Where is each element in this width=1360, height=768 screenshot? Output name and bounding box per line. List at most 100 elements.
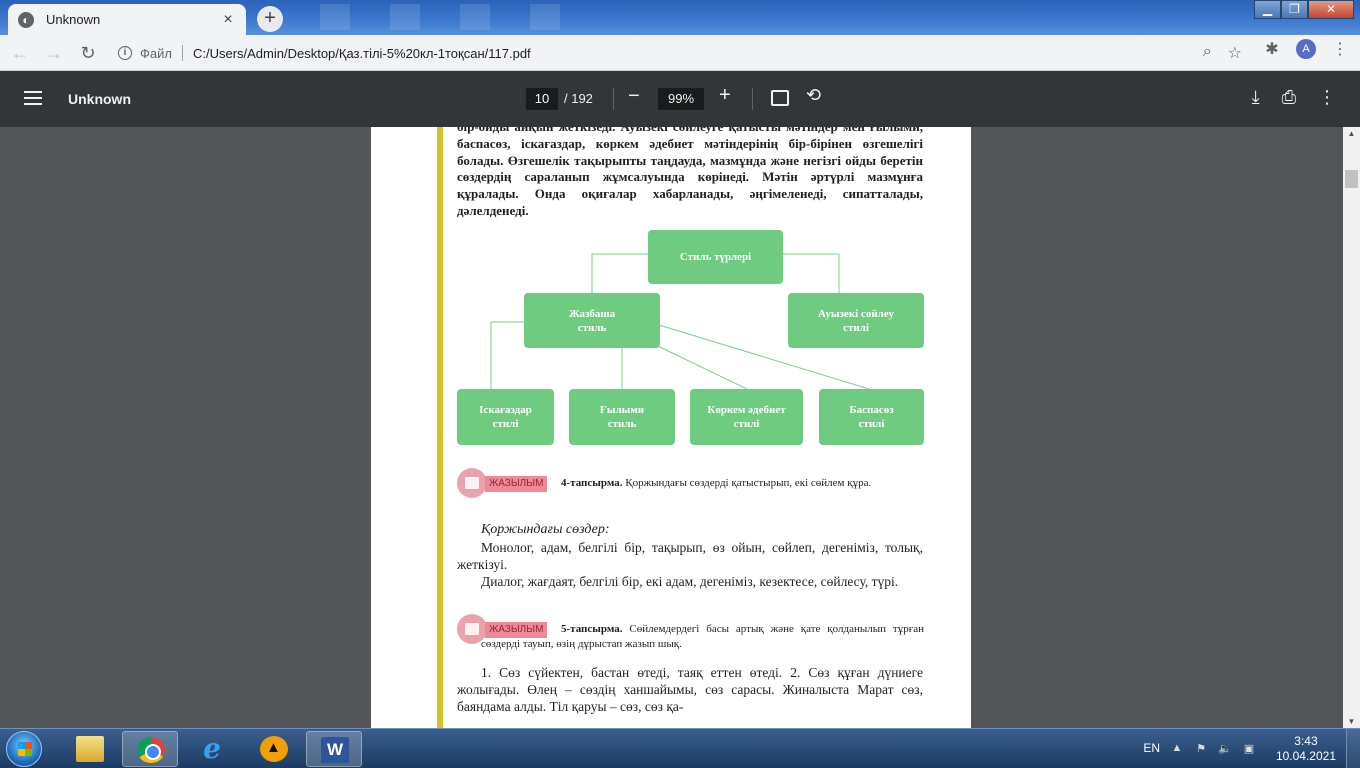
taskbar-internet-explorer[interactable]: e bbox=[184, 731, 240, 767]
address-bar[interactable]: i Файл C:/Users/Admin/Desktop/Қаз.тілі-5… bbox=[108, 39, 1258, 67]
diagram-label: стилі bbox=[843, 321, 869, 334]
taskbar-chrome[interactable] bbox=[122, 731, 178, 767]
zoom-input[interactable]: 99% bbox=[658, 88, 704, 110]
taskbar: e W EN ▲ ⚑ 🔈 ▣ 3:43 10.04.2021 bbox=[0, 728, 1360, 768]
maximize-button[interactable]: ❐ bbox=[1281, 0, 1308, 19]
forward-button[interactable]: → bbox=[40, 39, 68, 67]
system-tray: EN ▲ ⚑ 🔈 ▣ 3:43 10.04.2021 bbox=[1130, 729, 1360, 768]
diagram-written-style-box: Жазбаша стиль bbox=[524, 293, 660, 348]
divider bbox=[752, 88, 753, 110]
task-5-text: 5-тапсырма. Сөйлемдердегі басы артық жән… bbox=[481, 622, 924, 651]
taskbar-avast[interactable] bbox=[246, 731, 302, 767]
diagram-label: стиль bbox=[607, 418, 637, 430]
word-icon: W bbox=[321, 737, 349, 763]
background-decoration bbox=[320, 4, 350, 30]
volume-icon[interactable]: 🔈 bbox=[1218, 742, 1232, 755]
scheme-label: Файл bbox=[140, 45, 172, 61]
show-desktop-button[interactable] bbox=[1346, 729, 1360, 768]
network-icon[interactable]: ▣ bbox=[1242, 742, 1256, 755]
divider bbox=[613, 88, 614, 110]
korzhyn-line-1: Монолог, адам, белгілі бір, тақырып, өз … bbox=[457, 540, 923, 572]
browser-toolbar: ← → ↻ i Файл C:/Users/Admin/Desktop/Қаз.… bbox=[0, 35, 1360, 71]
taskbar-word[interactable]: W bbox=[306, 731, 362, 767]
url-text[interactable]: C:/Users/Admin/Desktop/Қаз.тілі-5%20кл-1… bbox=[193, 46, 531, 61]
writing-badge-label: ЖАЗЫЛЫМ bbox=[485, 476, 548, 492]
background-decoration bbox=[460, 4, 490, 30]
vertical-scrollbar[interactable]: ▲ ▼ bbox=[1343, 127, 1360, 728]
bookmark-star-icon[interactable]: ☆ bbox=[1228, 43, 1242, 63]
final-paragraph: 1. Сөз сүйектен, бастан өтеді, таяқ етте… bbox=[457, 665, 923, 714]
task-instructions: Қоржындағы сөздерді қатыстырып, екі сөйл… bbox=[625, 477, 872, 489]
start-button[interactable] bbox=[6, 731, 42, 767]
window-controls: ▁ ❐ ✕ bbox=[1254, 0, 1354, 19]
task-4-text: 4-тапсырма. Қоржындағы сөздерді қатыстыр… bbox=[481, 476, 924, 491]
zoom-icon[interactable]: ⌕ bbox=[1203, 43, 1212, 63]
diagram-root-box: Стиль түрлері bbox=[648, 230, 783, 284]
new-tab-button[interactable]: + bbox=[257, 6, 283, 32]
more-menu-icon[interactable]: ⋮ bbox=[1330, 39, 1350, 59]
diagram-spoken-style-box: Ауызекі сөйлеу стилі bbox=[788, 293, 924, 348]
more-options-icon[interactable]: ⋮ bbox=[1318, 87, 1336, 108]
chrome-icon bbox=[137, 737, 165, 763]
task-instructions: Сөйлемдердегі басы артық және қате қолда… bbox=[481, 623, 925, 650]
diagram-root-label: Стиль түрлері bbox=[679, 251, 752, 263]
document-title: Unknown bbox=[68, 91, 131, 107]
zoom-in-button[interactable]: + bbox=[719, 84, 731, 107]
diagram-leaf-box: Көркем әдебиет стилі bbox=[690, 389, 803, 445]
scroll-down-icon[interactable]: ▼ bbox=[1343, 717, 1360, 726]
tab-strip: ◐ Unknown × + ▁ ❐ ✕ bbox=[0, 0, 1360, 35]
diagram-label: стилі bbox=[492, 418, 519, 430]
diagram-label: Баспасөз bbox=[849, 404, 894, 416]
info-icon[interactable]: i bbox=[118, 46, 132, 60]
diagram-label: Ғылыми bbox=[599, 404, 645, 416]
avatar[interactable]: A bbox=[1296, 39, 1316, 59]
browser-tab[interactable]: ◐ Unknown × bbox=[8, 4, 246, 35]
close-icon[interactable]: × bbox=[220, 11, 236, 29]
diagram-label: Жазбаша bbox=[568, 307, 616, 320]
globe-icon: ◐ bbox=[18, 11, 34, 28]
clock-time: 3:43 bbox=[1294, 734, 1318, 748]
pdf-toolbar: Unknown 10 / 192 − 99% + ⟲ ⤓ ⎙ ⋮ bbox=[0, 71, 1360, 127]
task-number: 4-тапсырма. bbox=[561, 477, 623, 489]
taskbar-explorer[interactable] bbox=[62, 731, 118, 767]
print-icon[interactable]: ⎙ bbox=[1282, 87, 1296, 108]
diagram-label: стилі bbox=[858, 418, 885, 430]
diagram-label: стилі bbox=[733, 418, 760, 430]
scroll-thumb[interactable] bbox=[1345, 170, 1358, 188]
language-indicator[interactable]: EN bbox=[1143, 741, 1160, 755]
diagram-leaf-box: Баспасөз стилі bbox=[819, 389, 924, 445]
download-icon[interactable]: ⤓ bbox=[1252, 87, 1260, 108]
diagram-label: стиль bbox=[577, 321, 607, 334]
scroll-up-icon[interactable]: ▲ bbox=[1343, 129, 1360, 138]
show-hidden-icons-icon[interactable]: ▲ bbox=[1170, 742, 1184, 755]
zoom-out-button[interactable]: − bbox=[628, 85, 640, 108]
reload-button[interactable]: ↻ bbox=[74, 39, 102, 67]
page-total: / 192 bbox=[564, 91, 593, 106]
back-button[interactable]: ← bbox=[6, 39, 34, 67]
internet-explorer-icon: e bbox=[203, 732, 221, 765]
background-decoration bbox=[390, 4, 420, 30]
close-window-button[interactable]: ✕ bbox=[1308, 0, 1354, 19]
clock[interactable]: 3:43 10.04.2021 bbox=[1276, 734, 1336, 764]
task-number: 5-тапсырма. bbox=[561, 623, 623, 635]
writing-badge-icon bbox=[457, 614, 487, 644]
flag-icon[interactable]: ⚑ bbox=[1194, 742, 1208, 755]
diagram-label: Ауызекі сөйлеу bbox=[818, 307, 894, 320]
tab-title: Unknown bbox=[46, 12, 101, 27]
diagram-label: Көркем әдебиет bbox=[707, 404, 786, 416]
divider bbox=[181, 45, 183, 61]
writing-badge-icon bbox=[457, 468, 487, 498]
pdf-viewport[interactable]: бір-ойды айқын жеткізеді. Ауызекі сөйлеу… bbox=[0, 127, 1343, 728]
korzhyn-heading: Қоржындағы сөздер: bbox=[481, 522, 610, 537]
menu-icon[interactable] bbox=[24, 91, 42, 109]
minimize-button[interactable]: ▁ bbox=[1254, 0, 1281, 19]
fit-page-icon[interactable] bbox=[771, 90, 789, 106]
diagram-leaf-box: Іскағаздар стилі bbox=[457, 389, 554, 445]
extensions-icon[interactable]: ✱ bbox=[1262, 39, 1282, 59]
rotate-icon[interactable]: ⟲ bbox=[806, 85, 821, 106]
pdf-page: бір-ойды айқын жеткізеді. Ауызекі сөйлеу… bbox=[371, 127, 971, 728]
korzhyn-line-2: Диалог, жағдаят, белгілі бір, екі адам, … bbox=[481, 574, 899, 589]
diagram-leaf-box: Ғылыми стиль bbox=[569, 389, 675, 445]
page-number-input[interactable]: 10 bbox=[526, 88, 558, 110]
clock-date: 10.04.2021 bbox=[1275, 749, 1336, 763]
